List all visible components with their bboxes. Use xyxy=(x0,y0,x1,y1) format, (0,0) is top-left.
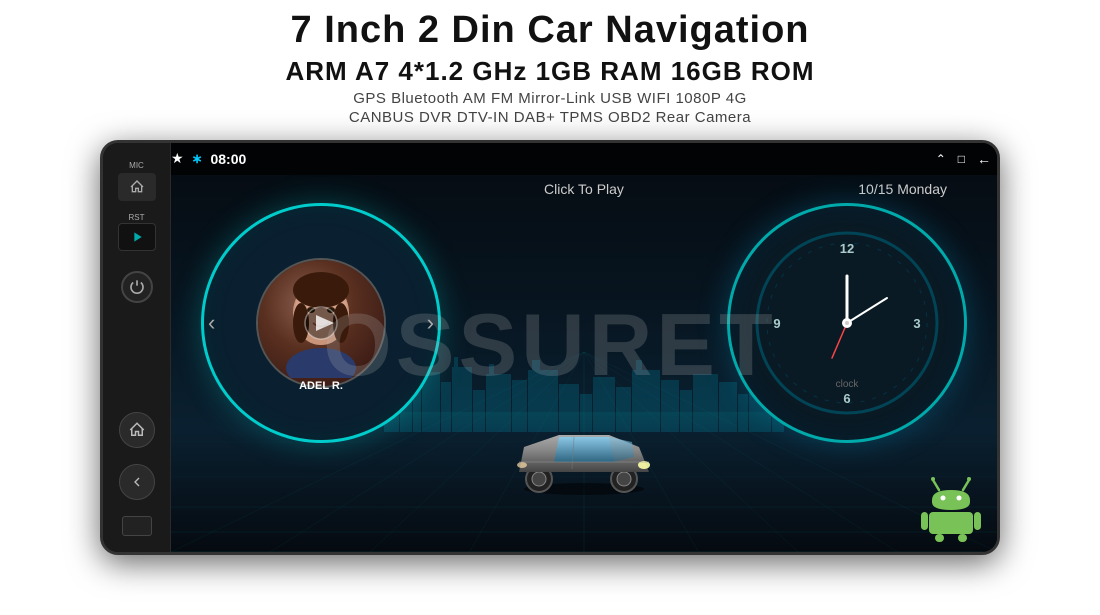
home-nav-button[interactable] xyxy=(119,412,155,448)
left-panel: MIC RST xyxy=(103,143,171,552)
prev-button[interactable]: ‹ xyxy=(208,310,215,336)
head-unit: MIC RST xyxy=(100,140,1000,555)
android-logo xyxy=(917,472,987,542)
rst-label: RST xyxy=(129,213,145,222)
page-title: 7 Inch 2 Din Car Navigation xyxy=(0,10,1100,52)
features-row1: GPS Bluetooth AM FM Mirror-Link USB WIFI… xyxy=(0,90,1100,107)
bluetooth-symbol: ∗ xyxy=(192,151,203,167)
mic-label: MIC xyxy=(129,161,144,170)
svg-text:9: 9 xyxy=(773,316,780,331)
clock-label: clock xyxy=(836,379,859,390)
page-wrapper: 7 Inch 2 Din Car Navigation ARM A7 4*1.2… xyxy=(0,0,1100,615)
date-display: 10/15 Monday xyxy=(858,181,947,197)
svg-text:12: 12 xyxy=(840,241,854,256)
header-section: 7 Inch 2 Din Car Navigation ARM A7 4*1.2… xyxy=(0,0,1100,132)
album-art xyxy=(256,258,386,388)
bluetooth-icon: ★ xyxy=(171,150,184,167)
back-icon: ← xyxy=(977,151,991,167)
artist-label: ADEL R. xyxy=(299,380,343,392)
power-button[interactable] xyxy=(121,271,153,303)
car-image xyxy=(504,402,664,502)
home-button[interactable] xyxy=(118,173,156,201)
album-art-image xyxy=(258,260,384,386)
main-screen: ★ ∗ 08:00 ⌃ □ ← Click To Play ‹ xyxy=(171,143,997,552)
svg-text:6: 6 xyxy=(843,391,850,406)
status-time: 08:00 xyxy=(210,151,246,167)
clock-circle: 12 3 9 6 xyxy=(727,203,967,443)
play-button[interactable] xyxy=(118,223,156,251)
click-to-play-label: Click To Play xyxy=(544,181,624,197)
back-nav-button[interactable] xyxy=(119,464,155,500)
music-player-circle[interactable]: ‹ xyxy=(201,203,441,443)
specs-text: ARM A7 4*1.2 GHz 1GB RAM 16GB ROM xyxy=(0,56,1100,87)
svg-text:3: 3 xyxy=(913,316,920,331)
clock-face: 12 3 9 6 xyxy=(752,228,942,418)
arrow-up-icon: ⌃ xyxy=(936,152,946,166)
features-row2: CANBUS DVR DTV-IN DAB+ TPMS OBD2 Rear Ca… xyxy=(0,109,1100,126)
status-bar: ★ ∗ 08:00 ⌃ □ ← xyxy=(171,143,997,175)
next-button[interactable]: › xyxy=(427,310,434,336)
btn-bottom1[interactable] xyxy=(122,516,152,536)
device-container: OSSURET MIC RST xyxy=(70,140,1030,560)
window-icon: □ xyxy=(958,152,965,166)
